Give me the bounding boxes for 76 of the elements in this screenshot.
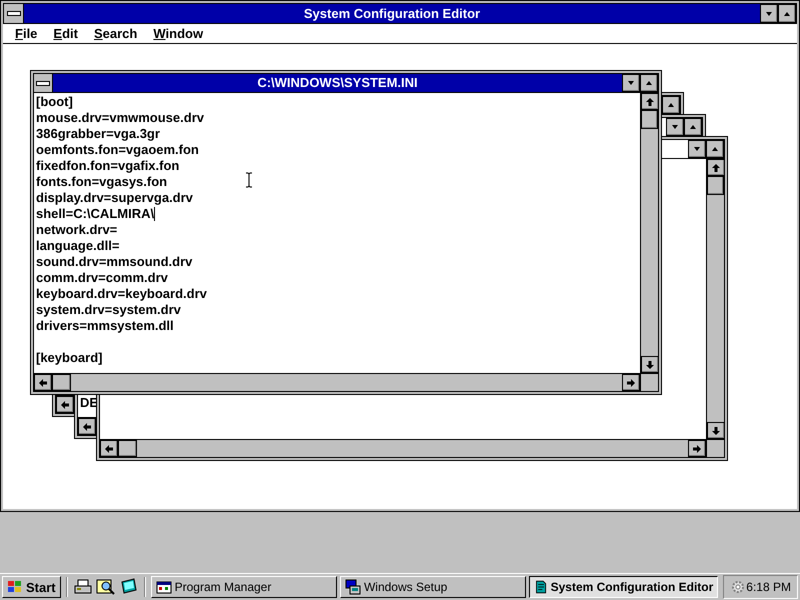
maximize-button[interactable]: [662, 96, 680, 114]
scroll-right-button[interactable]: [622, 374, 640, 391]
vertical-scrollbar[interactable]: [706, 159, 724, 439]
text-line: system.drv=system.drv: [36, 302, 181, 318]
text-line: 386grabber=vga.3gr: [36, 126, 160, 142]
text-line: sound.drv=mmsound.drv: [36, 254, 192, 270]
text-line: language.dll=: [36, 238, 120, 254]
minimize-button[interactable]: [688, 140, 706, 158]
text-line: network.drv=: [36, 222, 118, 238]
text-line: drivers=mmsystem.dll: [36, 318, 174, 334]
gear-icon[interactable]: [730, 579, 746, 595]
monitor-icon[interactable]: [118, 578, 139, 596]
maximize-button[interactable]: [778, 4, 796, 23]
left-arrow-icon: [82, 422, 92, 432]
start-button[interactable]: Start: [2, 576, 61, 598]
scroll-thumb[interactable]: [707, 176, 724, 195]
up-arrow-icon: [711, 162, 721, 172]
text-line: display.drv=supervga.drv: [36, 190, 193, 206]
scroll-thumb[interactable]: [641, 110, 658, 129]
text-area[interactable]: [34, 93, 640, 373]
window-title: C:\WINDOWS\SYSTEM.INI: [256, 74, 419, 92]
left-arrow-icon: [104, 444, 114, 454]
scroll-left-button[interactable]: [100, 440, 118, 457]
scroll-down-button[interactable]: [707, 422, 725, 439]
down-arrow-icon: [645, 360, 655, 370]
scroll-left-button[interactable]: [34, 374, 52, 391]
text-line: keyboard.drv=keyboard.drv: [36, 286, 207, 302]
minimize-button[interactable]: [760, 4, 778, 23]
up-arrow-icon: [645, 96, 655, 106]
clock: 6:18 PM: [746, 580, 791, 594]
scroll-left-button[interactable]: [78, 418, 96, 435]
scroll-thumb[interactable]: [118, 440, 137, 457]
maximize-button[interactable]: [706, 140, 724, 158]
scroll-up-button[interactable]: [707, 159, 725, 176]
text-line: shell=C:\CALMIRA\: [36, 206, 154, 222]
system-menu-button[interactable]: [4, 4, 24, 23]
scroll-left-button[interactable]: [56, 396, 74, 413]
text-line: fonts.fon=vgasys.fon: [36, 174, 168, 190]
taskbar-button[interactable]: System Configuration Editor: [529, 576, 718, 598]
text-cursor-icon: [245, 172, 253, 188]
text-line: [keyboard]: [36, 350, 102, 366]
menu-item[interactable]: Search: [88, 24, 144, 43]
magnifier-icon[interactable]: [96, 578, 116, 596]
menu-item[interactable]: File: [9, 24, 44, 43]
down-arrow-icon: [711, 426, 721, 436]
minimize-button[interactable]: [666, 118, 684, 136]
right-arrow-icon: [626, 378, 636, 388]
text-line: [boot]: [36, 94, 73, 110]
vertical-scrollbar[interactable]: [640, 93, 658, 373]
scroll-up-button[interactable]: [641, 93, 659, 110]
document-icon: [534, 579, 548, 595]
text-line: oemfonts.fon=vgaoem.fon: [36, 142, 199, 158]
windows-flag-icon: [7, 580, 23, 594]
text-line: fixedfon.fon=vgafix.fon: [36, 158, 180, 174]
maximize-button[interactable]: [640, 74, 658, 92]
printer-icon[interactable]: [72, 578, 93, 596]
system-menu-button[interactable]: [34, 74, 53, 92]
left-arrow-icon: [60, 400, 70, 410]
text-line: mouse.drv=vmwmouse.drv: [36, 110, 204, 126]
right-arrow-icon: [692, 444, 702, 454]
taskbar-button[interactable]: Program Manager: [150, 576, 337, 598]
text-line: comm.drv=comm.drv: [36, 270, 168, 286]
program-group-icon: [156, 579, 172, 595]
scroll-down-button[interactable]: [641, 356, 659, 373]
minimize-button[interactable]: [622, 74, 640, 92]
taskbar-button[interactable]: Windows Setup: [340, 576, 526, 598]
window-title: System Configuration Editor: [302, 5, 482, 23]
computer-icon: [344, 579, 361, 595]
scroll-thumb[interactable]: [52, 374, 71, 391]
menu-item[interactable]: Edit: [47, 24, 84, 43]
horizontal-scrollbar[interactable]: [34, 373, 640, 391]
left-arrow-icon: [38, 378, 48, 388]
maximize-button[interactable]: [684, 118, 702, 136]
scroll-right-button[interactable]: [688, 440, 706, 457]
horizontal-scrollbar[interactable]: [100, 439, 706, 457]
menu-item[interactable]: Window: [147, 24, 210, 43]
